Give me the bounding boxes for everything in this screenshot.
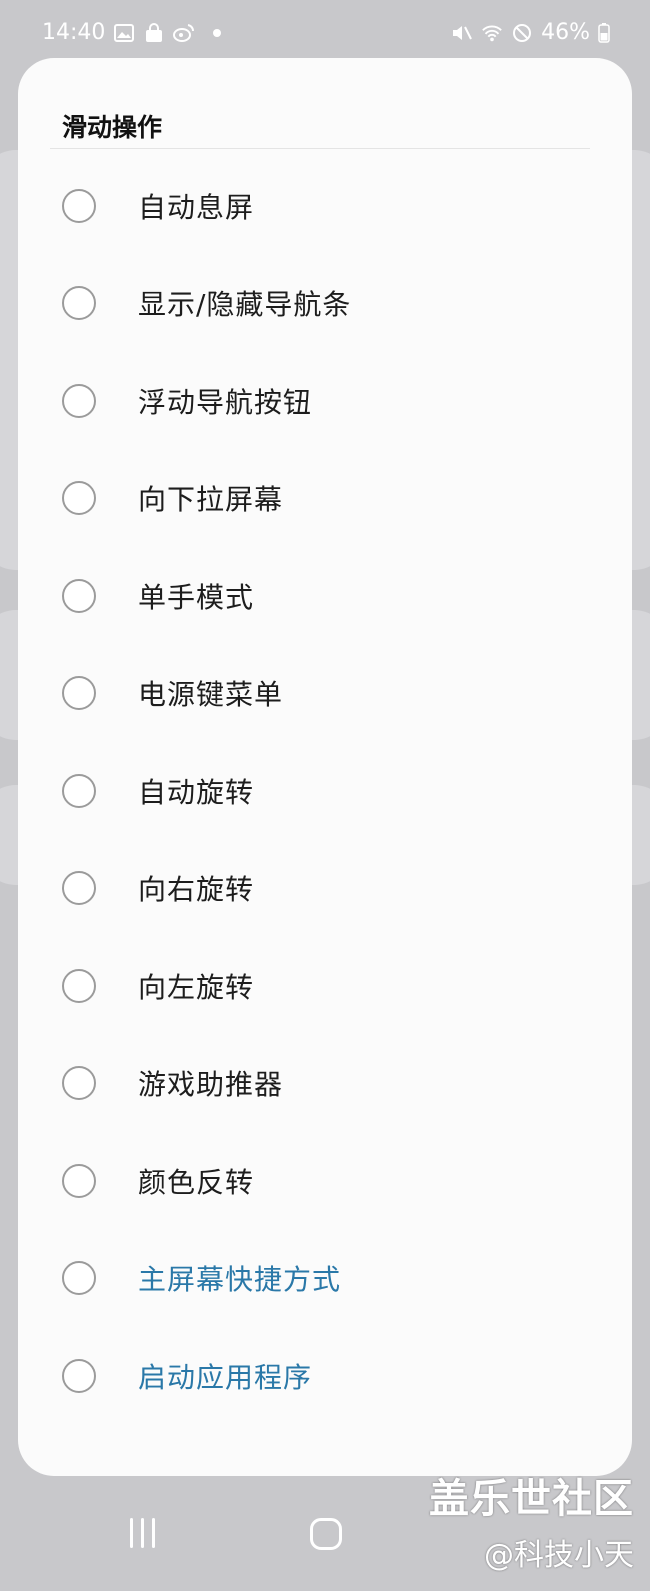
option-item[interactable]: 主屏幕快捷方式 (18, 1230, 632, 1328)
option-item[interactable]: 向右旋转 (18, 840, 632, 938)
option-label: 浮动导航按钮 (138, 385, 313, 419)
radio-button[interactable] (62, 286, 96, 321)
mute-icon (451, 22, 473, 44)
option-label: 向下拉屏幕 (138, 483, 284, 517)
recent-apps-icon[interactable] (130, 1518, 155, 1548)
option-label: 显示/隐藏导航条 (138, 288, 352, 322)
radio-button[interactable] (62, 968, 96, 1003)
title-divider (50, 148, 590, 149)
option-item[interactable]: 向左旋转 (18, 937, 632, 1035)
battery-icon (598, 22, 610, 44)
option-label: 主屏幕快捷方式 (138, 1263, 342, 1297)
option-label: 启动应用程序 (138, 1360, 313, 1394)
home-icon[interactable] (310, 1518, 342, 1550)
option-item[interactable]: 自动息屏 (18, 157, 632, 255)
status-left: 14:40 (42, 20, 222, 45)
option-item[interactable]: 浮动导航按钮 (18, 352, 632, 450)
radio-button[interactable] (62, 1066, 96, 1101)
option-list: 自动息屏显示/隐藏导航条 浮动导航按钮 向下拉屏幕单手模式电源键菜单自动旋转向右旋转… (18, 157, 632, 1425)
option-item[interactable]: 自动旋转 (18, 742, 632, 840)
radio-button[interactable] (62, 1261, 96, 1296)
option-item[interactable]: 电源键菜单 (18, 645, 632, 743)
option-label: 颜色反转 (138, 1165, 255, 1199)
dialog-title: 滑动操作 (62, 113, 163, 142)
radio-button[interactable] (62, 773, 96, 808)
radio-button[interactable] (62, 871, 96, 906)
radio-button[interactable] (62, 188, 96, 223)
option-label: 游戏助推器 (138, 1068, 284, 1102)
weibo-icon (173, 22, 195, 44)
option-label: 向左旋转 (138, 970, 255, 1004)
option-item[interactable]: 游戏助推器 (18, 1035, 632, 1133)
option-label: 自动息屏 (138, 190, 255, 224)
option-label: 电源键菜单 (138, 678, 284, 712)
option-item[interactable]: 颜色反转 (18, 1132, 632, 1230)
status-right: 46% (451, 20, 610, 45)
block-icon (511, 22, 533, 44)
wifi-icon (481, 22, 503, 44)
image-icon (113, 22, 135, 44)
radio-button[interactable] (62, 383, 96, 418)
status-time: 14:40 (42, 20, 106, 45)
swipe-action-dialog: 滑动操作 自动息屏显示/隐藏导航条 浮动导航按钮 向下拉屏幕单手模式电源键菜单自动旋… (18, 58, 632, 1476)
radio-button[interactable] (62, 1163, 96, 1198)
option-item[interactable]: 单手模式 (18, 547, 632, 645)
radio-button[interactable] (62, 578, 96, 613)
radio-button[interactable] (62, 481, 96, 516)
battery-percent: 46% (541, 20, 590, 45)
radio-button[interactable] (62, 1358, 96, 1393)
option-item[interactable]: 向下拉屏幕 (18, 450, 632, 548)
option-label: 自动旋转 (138, 775, 255, 809)
option-item[interactable]: 显示/隐藏导航条 (18, 255, 632, 353)
notification-dot-icon (213, 28, 222, 37)
status-bar: 14:40 46% (0, 0, 650, 60)
radio-button[interactable] (62, 676, 96, 711)
navigation-bar (0, 1490, 650, 1590)
option-item[interactable]: 启动应用程序 (18, 1327, 632, 1425)
option-label: 单手模式 (138, 580, 255, 614)
screen: 14:40 46% 滑动操作 自动息屏 显示/隐藏导航条 浮动导航按钮 向下拉屏… (0, 0, 650, 1591)
shopping-bag-icon (143, 22, 165, 44)
option-label: 向右旋转 (138, 873, 255, 907)
